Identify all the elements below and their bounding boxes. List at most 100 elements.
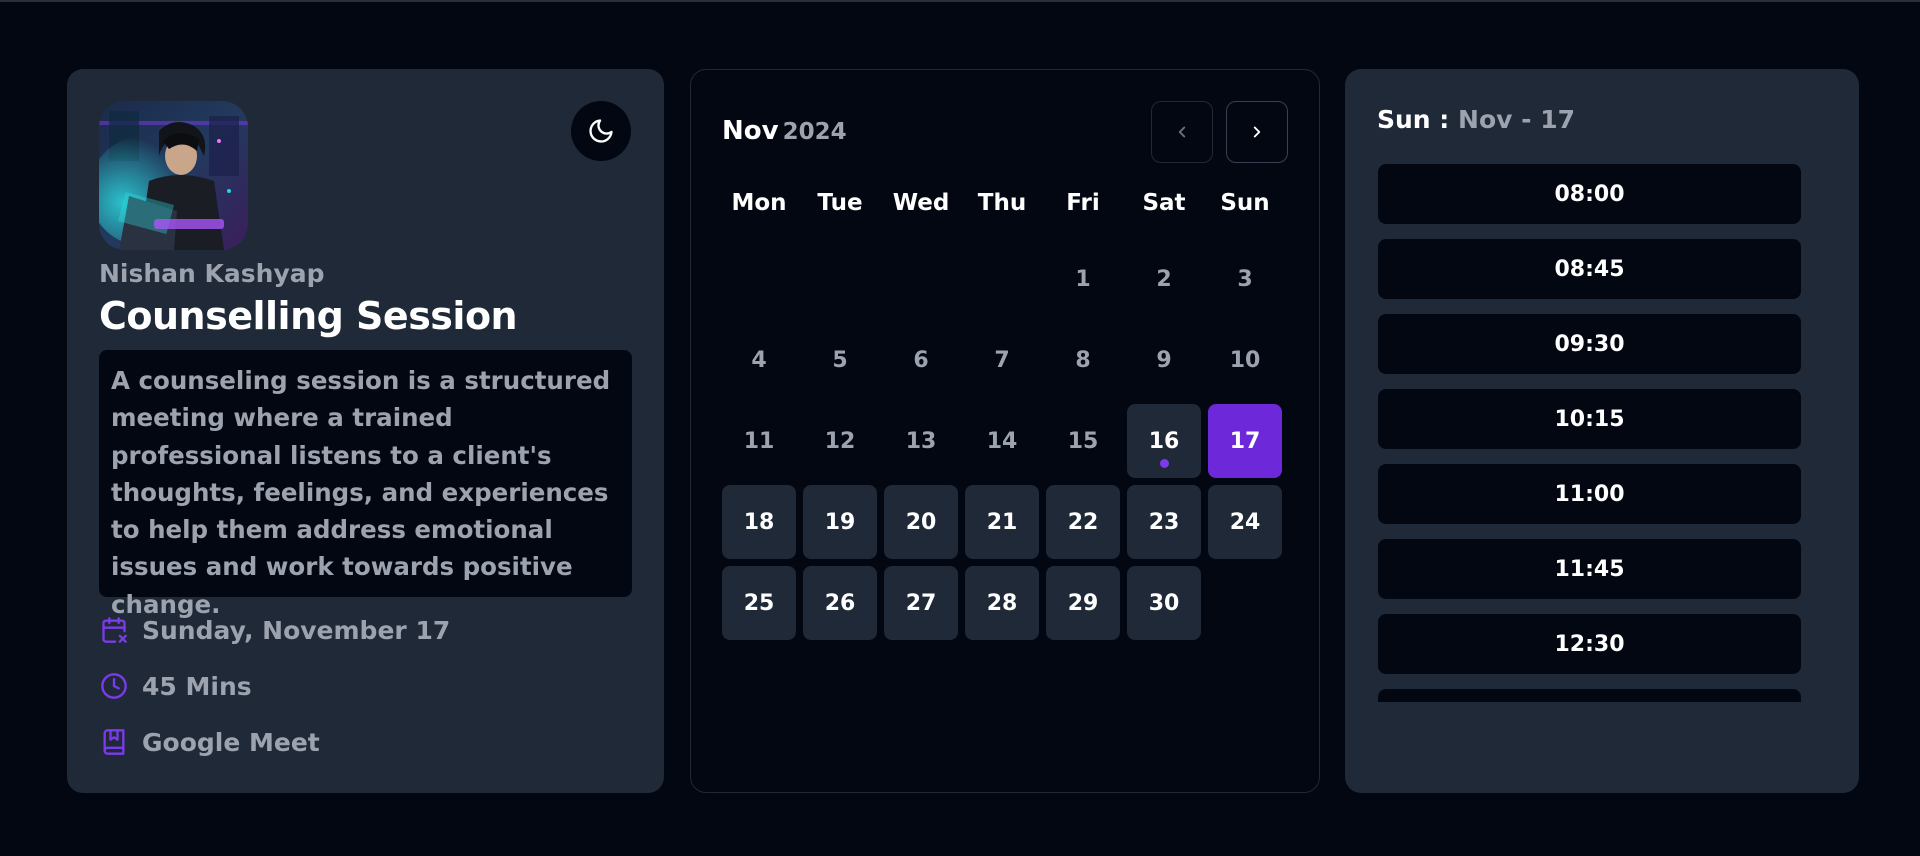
calendar-day-28[interactable]: 28 [965, 566, 1039, 640]
calendar-day-number: 3 [1237, 266, 1253, 292]
event-details-panel: Nishan Kashyap Counselling Session A cou… [67, 69, 664, 793]
time-slot-list[interactable]: 08:00 08:45 09:30 10:15 11:00 11:45 12:30 13:15 [1378, 164, 1801, 702]
calendar-day-number: 11 [743, 428, 775, 454]
calendar-day-14: 14 [965, 404, 1039, 478]
calendar-day-24[interactable]: 24 [1208, 485, 1282, 559]
weekday-thu: Thu [977, 190, 1027, 216]
weekday-fri: Fri [1066, 190, 1100, 216]
calendar-day-number: 22 [1067, 509, 1099, 535]
slots-date-label: Nov - 17 [1458, 105, 1575, 134]
calendar-day-number: 24 [1229, 509, 1261, 535]
calendar-day-number: 5 [832, 347, 848, 373]
calendar-day-6: 6 [884, 323, 958, 397]
slots-title: Sun : Nov - 17 [1377, 105, 1575, 134]
calendar-day-number: 25 [743, 590, 775, 616]
calendar-day-number: 27 [905, 590, 937, 616]
calendar-day-number: 23 [1148, 509, 1180, 535]
calendar-day-8: 8 [1046, 323, 1120, 397]
time-slot-button[interactable]: 11:00 [1378, 464, 1801, 524]
time-slot-button[interactable]: 13:15 [1378, 689, 1801, 702]
host-name: Nishan Kashyap [99, 259, 325, 288]
prev-month-button[interactable] [1151, 101, 1213, 163]
event-duration: 45 Mins [142, 671, 252, 701]
next-month-button[interactable] [1226, 101, 1288, 163]
calendar-day-number: 28 [986, 590, 1018, 616]
time-slot-button[interactable]: 11:45 [1378, 539, 1801, 599]
time-slot-button[interactable]: 12:30 [1378, 614, 1801, 674]
weekday-sun: Sun [1220, 190, 1270, 216]
calendar-month-year: Nov 2024 [722, 116, 847, 146]
calendar-day-13: 13 [884, 404, 958, 478]
avatar-illustration [99, 101, 248, 250]
event-date: Sunday, November 17 [142, 615, 451, 645]
book-icon [99, 727, 129, 757]
calendar-day-7: 7 [965, 323, 1039, 397]
calendar-day-3: 3 [1208, 242, 1282, 316]
event-date-row: Sunday, November 17 [99, 615, 450, 645]
time-slots-panel: Sun : Nov - 17 08:00 08:45 09:30 10:15 11:00… [1345, 69, 1859, 793]
time-slot-button[interactable]: 09:30 [1378, 314, 1801, 374]
calendar-day-29[interactable]: 29 [1046, 566, 1120, 640]
calendar-day-30[interactable]: 30 [1127, 566, 1201, 640]
calendar-day-22[interactable]: 22 [1046, 485, 1120, 559]
host-avatar [99, 101, 248, 250]
calendar-day-27[interactable]: 27 [884, 566, 958, 640]
theme-toggle-button[interactable] [571, 101, 631, 161]
weekday-wed: Wed [892, 190, 950, 216]
calendar-day-25[interactable]: 25 [722, 566, 796, 640]
moon-icon [589, 119, 613, 143]
calendar-day-2: 2 [1127, 242, 1201, 316]
calendar-day-number: 12 [824, 428, 856, 454]
calendar-day-number: 6 [913, 347, 929, 373]
calendar-day-20[interactable]: 20 [884, 485, 958, 559]
calendar-day-17[interactable]: 17 [1208, 404, 1282, 478]
calendar-day-12: 12 [803, 404, 877, 478]
calendar-day-number: 1 [1075, 266, 1091, 292]
today-indicator-dot [1160, 459, 1169, 468]
event-location: Google Meet [142, 727, 320, 757]
event-description: A counseling session is a structured mee… [99, 350, 632, 619]
calendar-day-number: 16 [1148, 428, 1180, 454]
calendar-day-number: 14 [986, 428, 1018, 454]
calendar-day-10: 10 [1208, 323, 1282, 397]
calendar-day-1: 1 [1046, 242, 1120, 316]
chevron-left-icon [1178, 126, 1186, 138]
calendar-day-number: 17 [1229, 428, 1261, 454]
calendar-day-9: 9 [1127, 323, 1201, 397]
time-slot-button[interactable]: 08:45 [1378, 239, 1801, 299]
calendar-day-16[interactable]: 16 [1127, 404, 1201, 478]
weekday-sat: Sat [1142, 190, 1186, 216]
calendar-day-number: 30 [1148, 590, 1180, 616]
event-duration-row: 45 Mins [99, 671, 252, 701]
weekday-tue: Tue [817, 190, 863, 216]
calendar-day-number: 26 [824, 590, 856, 616]
weekday-mon: Mon [731, 190, 787, 216]
calendar-panel: Nov 2024 Mon Tue Wed Thu Fri Sat Sun 1234567891… [690, 69, 1320, 793]
calendar-day-number: 8 [1075, 347, 1091, 373]
calendar-day-15: 15 [1046, 404, 1120, 478]
calendar-day-23[interactable]: 23 [1127, 485, 1201, 559]
chevron-right-icon [1253, 126, 1261, 138]
time-slot-button[interactable]: 10:15 [1378, 389, 1801, 449]
calendar-day-21[interactable]: 21 [965, 485, 1039, 559]
calendar-year: 2024 [782, 119, 847, 145]
calendar-day-number: 10 [1229, 347, 1261, 373]
calendar-day-number: 7 [994, 347, 1010, 373]
calendar-day-26[interactable]: 26 [803, 566, 877, 640]
calendar-day-11: 11 [722, 404, 796, 478]
calendar-day-number: 18 [743, 509, 775, 535]
calendar-day-19[interactable]: 19 [803, 485, 877, 559]
calendar-day-number: 4 [751, 347, 767, 373]
calendar-day-number: 9 [1156, 347, 1172, 373]
calendar-day-18[interactable]: 18 [722, 485, 796, 559]
calendar-x-icon [99, 615, 129, 645]
calendar-day-number: 21 [986, 509, 1018, 535]
time-slot-button[interactable]: 08:00 [1378, 164, 1801, 224]
calendar-day-5: 5 [803, 323, 877, 397]
calendar-day-number: 29 [1067, 590, 1099, 616]
calendar-day-number: 19 [824, 509, 856, 535]
slots-day-label: Sun : [1377, 105, 1450, 134]
calendar-day-4: 4 [722, 323, 796, 397]
calendar-day-number: 2 [1156, 266, 1172, 292]
calendar-month: Nov [722, 116, 779, 146]
